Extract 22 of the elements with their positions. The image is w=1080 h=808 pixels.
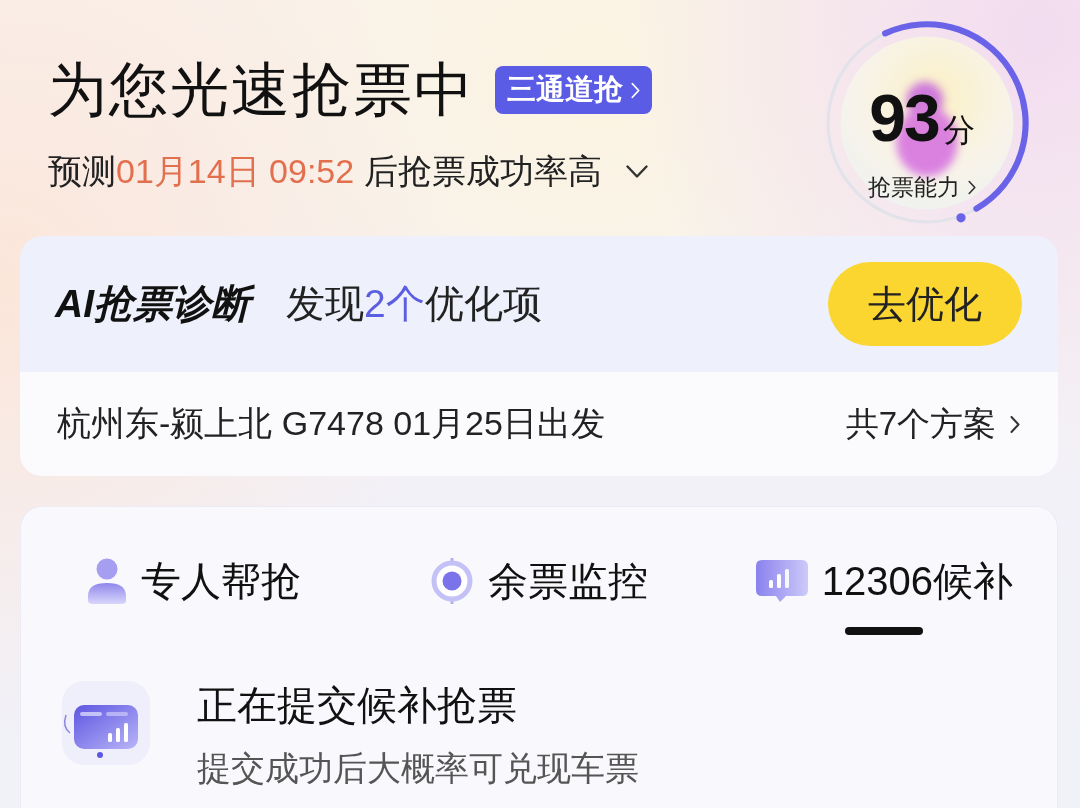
page-title: 为您光速抢票中 [48, 56, 475, 124]
tab[interactable]: 12306候补 [755, 555, 1013, 635]
optimize-button[interactable]: 去优化 [828, 262, 1022, 346]
tab[interactable]: 余票监控 [430, 555, 648, 635]
person-icon [86, 558, 127, 604]
chevron-right-icon [631, 81, 640, 99]
forecast-text: 预测01月14日 09:52 后抢票成功率高 [48, 151, 602, 191]
route-text: 杭州东-颍上北 G7478 01月25日出发 [57, 403, 605, 444]
status-subtitle: 提交成功后大概率可兑现车票 [197, 748, 639, 789]
chevron-down-icon[interactable] [625, 164, 648, 178]
plans-link[interactable]: 共7个方案 [845, 401, 1020, 447]
tab[interactable]: 专人帮抢 [86, 555, 301, 635]
finding-text: 发现2个优化项 [286, 281, 543, 327]
score-value: 93分 [869, 82, 975, 157]
chevron-right-icon [1010, 414, 1020, 434]
target-icon [430, 558, 474, 604]
ability-link[interactable]: 抢票能力 [868, 172, 976, 202]
chevron-right-icon [968, 179, 976, 195]
bar-chart-icon [755, 559, 808, 603]
channel-badge-button[interactable]: 三通道抢 [495, 66, 652, 114]
status-title: 正在提交候补抢票 [197, 682, 518, 729]
diagnosis-title: AI抢票诊断 [53, 277, 258, 331]
